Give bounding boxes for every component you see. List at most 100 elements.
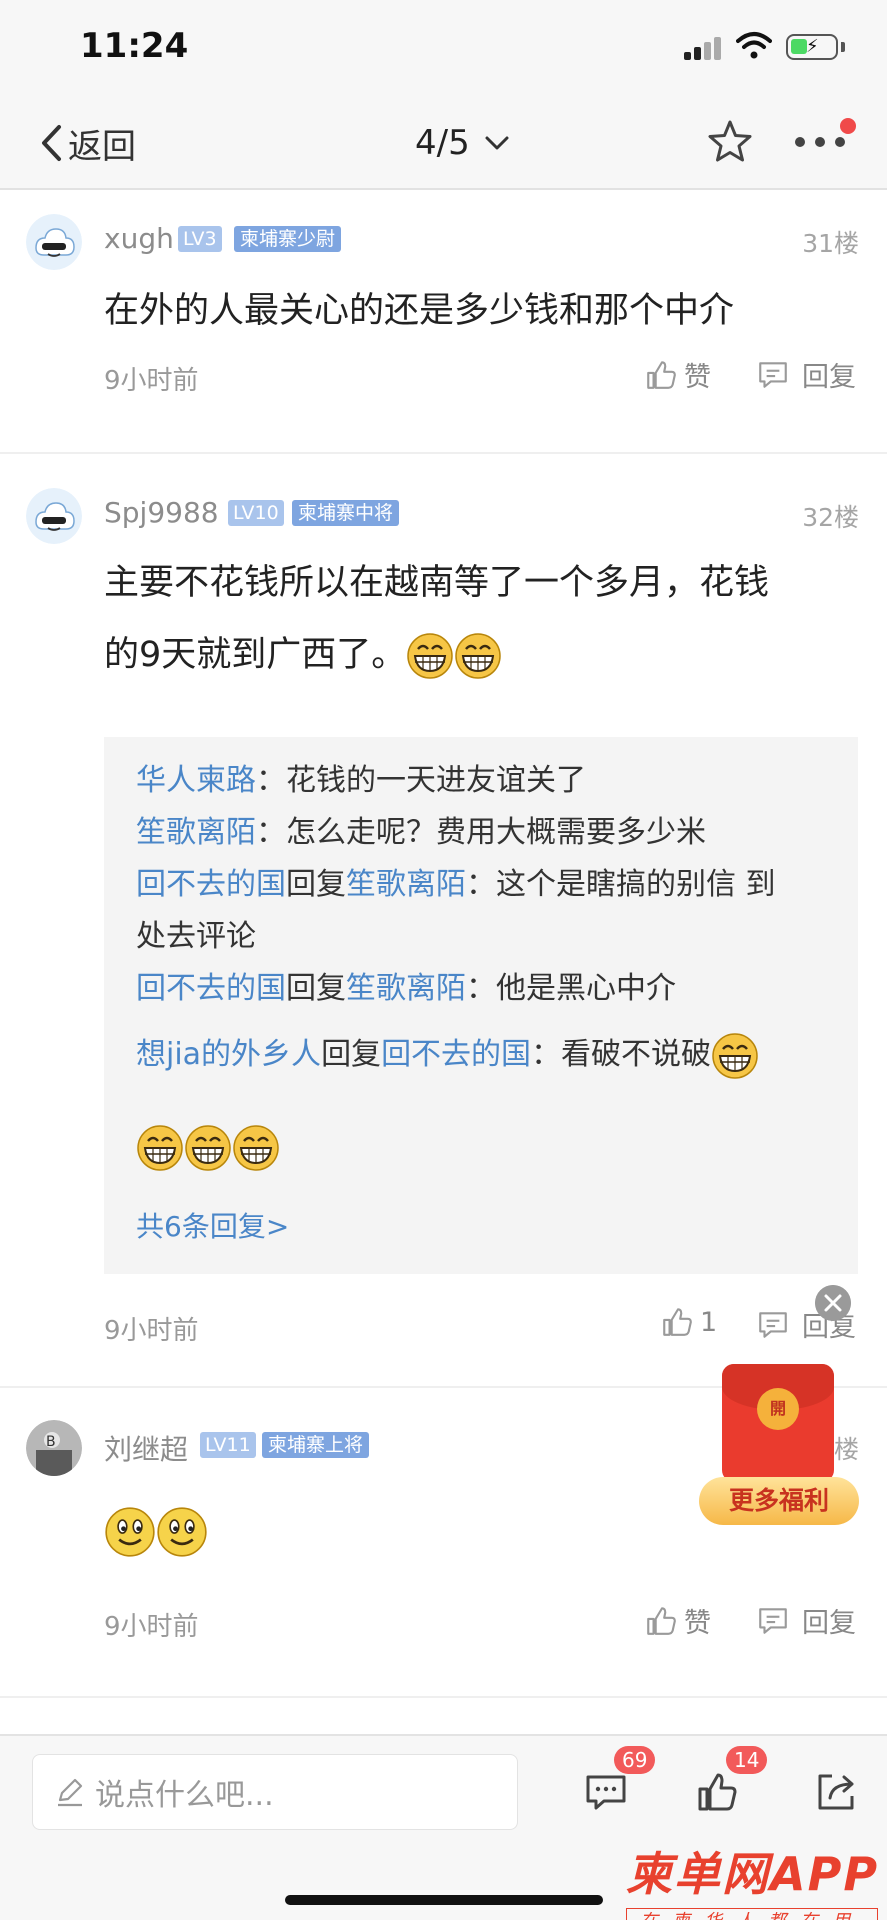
status-time: 11:24 (80, 26, 189, 66)
view-all-replies-link[interactable]: 共6条回复> (136, 1205, 289, 1245)
reply-target[interactable]: 笙歌离陌 (346, 867, 466, 902)
like-label: 赞 (684, 362, 711, 393)
reply-item[interactable]: 华人柬路：花钱的一天进友谊关了 (136, 755, 586, 807)
battery-icon: ⚡ (786, 34, 838, 60)
reply-button[interactable]: 回复 (756, 355, 856, 394)
floor-number: 31楼 (802, 229, 859, 258)
back-button[interactable]: 返回 (40, 120, 136, 167)
reply-target[interactable]: 回不去的国 (381, 1037, 531, 1072)
page-indicator: 4/5 (415, 123, 470, 163)
like-button[interactable]: 赞 (644, 1601, 711, 1640)
more-icon[interactable] (794, 130, 846, 154)
avatar[interactable] (26, 488, 82, 544)
red-packet-icon[interactable]: 開 (722, 1364, 834, 1482)
post-content-text: 的9天就到广西了。 (104, 635, 407, 675)
home-indicator[interactable] (285, 1895, 603, 1905)
post-content-line-2: 的9天就到广西了。 (104, 628, 502, 682)
reply-author[interactable]: 笙歌离陌 (136, 815, 256, 850)
like-button[interactable]: 1 (660, 1305, 717, 1339)
reply-text: ：他是黑心中介 (466, 971, 676, 1006)
reply-text: ：看破不说破 (531, 1037, 712, 1072)
page-selector[interactable]: 4/5 (415, 118, 510, 168)
thumbs-up-icon[interactable] (696, 1770, 740, 1814)
more-welfare-button[interactable]: 更多福利 (699, 1477, 859, 1525)
grin-emoji-icon (454, 632, 502, 680)
reply-item[interactable]: 回不去的国回复笙歌离陌：他是黑心中介 (136, 963, 676, 1015)
back-label: 返回 (68, 126, 136, 167)
thumbs-up-icon (644, 358, 678, 392)
like-label: 赞 (684, 1608, 711, 1639)
level-badge: LV3 (178, 226, 222, 252)
reply-button[interactable]: 回复 (756, 1601, 856, 1640)
post-content: 在外的人最关心的还是多少钱和那个中介 (104, 291, 735, 331)
username[interactable]: xugh (104, 222, 174, 255)
reply-item[interactable]: 想jia的外乡人回复回不去的国：看破不说破 (136, 1029, 759, 1081)
level-badge: LV10 (228, 500, 284, 526)
thumbs-up-icon (644, 1604, 678, 1638)
watermark-slogan: 在柬华人都在用 (626, 1908, 878, 1920)
nav-bar: 返回 4/5 (0, 96, 887, 190)
wifi-icon (736, 32, 772, 59)
reply-label: 回复 (802, 1608, 856, 1639)
replies-panel: 华人柬路：花钱的一天进友谊关了 笙歌离陌：怎么走呢？费用大概需要多少米 回不去的… (104, 737, 858, 1274)
grin-emoji-icon (406, 632, 454, 680)
title-badge: 柬埔寨上将 (262, 1432, 370, 1458)
comment-input-placeholder: 说点什么吧... (95, 1778, 274, 1813)
like-button[interactable]: 赞 (644, 355, 711, 394)
post-content-line-1: 主要不花钱所以在越南等了一个多月，花钱 (104, 563, 770, 603)
like-count-badge: 14 (726, 1746, 768, 1774)
post-time: 9小时前 (104, 1316, 199, 1346)
smile-emoji-icon (104, 1506, 156, 1558)
reply-text: ：这个是瞎搞的别信 到 (466, 867, 776, 902)
comment-icon (756, 1604, 790, 1638)
status-bar: 11:24 ⚡ (0, 0, 887, 96)
avatar[interactable] (26, 214, 82, 270)
post-31: xugh LV3 柬埔寨少尉 31楼 在外的人最关心的还是多少钱和那个中介 9小… (0, 192, 887, 454)
like-count: 1 (700, 1306, 718, 1338)
reply-emoji-line (136, 1121, 280, 1177)
reply-author[interactable]: 想jia的外乡人 (136, 1037, 321, 1072)
reply-author[interactable]: 华人柬路 (136, 763, 256, 798)
red-packet-coin: 開 (757, 1388, 799, 1430)
comment-icon (756, 358, 790, 392)
grin-emoji-icon (184, 1124, 232, 1172)
chevron-left-icon (42, 125, 61, 161)
comment-icon (756, 1308, 790, 1342)
signal-icon (684, 36, 722, 60)
reply-verb: 回复 (286, 971, 346, 1006)
reply-verb: 回复 (321, 1037, 382, 1072)
comment-input[interactable]: 说点什么吧... (32, 1754, 518, 1830)
grin-emoji-icon (711, 1032, 759, 1080)
floor-number: 32楼 (802, 503, 859, 532)
floor-number: 楼 (833, 1435, 859, 1464)
reply-label: 回复 (802, 362, 856, 393)
reply-target[interactable]: 笙歌离陌 (346, 971, 466, 1006)
post-32: Spj9988 LV10 柬埔寨中将 32楼 主要不花钱所以在越南等了一个多月，… (0, 454, 887, 1388)
title-badge: 柬埔寨中将 (292, 500, 400, 526)
post-time: 9小时前 (104, 366, 199, 396)
reply-item[interactable]: 回不去的国回复笙歌离陌：这个是瞎搞的别信 到 (136, 859, 776, 911)
username[interactable]: 刘继超 (104, 1428, 188, 1468)
reply-author[interactable]: 回不去的国 (136, 971, 286, 1006)
username[interactable]: Spj9988 (104, 496, 219, 529)
star-icon[interactable] (706, 118, 754, 166)
reply-text-continued: 处去评论 (136, 919, 256, 954)
close-icon[interactable] (815, 1285, 851, 1321)
level-badge: LV11 (200, 1432, 256, 1458)
watermark-logo: 柬单网APP (626, 1847, 880, 1901)
reply-author[interactable]: 回不去的国 (136, 867, 286, 902)
reply-text: ：花钱的一天进友谊关了 (256, 763, 586, 798)
reply-verb: 回复 (286, 867, 346, 902)
reply-item[interactable]: 笙歌离陌：怎么走呢？费用大概需要多少米 (136, 807, 706, 859)
smile-emoji-icon (156, 1506, 208, 1558)
grin-emoji-icon (136, 1124, 184, 1172)
title-badge: 柬埔寨少尉 (234, 226, 342, 252)
watermark: 柬单网APP 在柬华人都在用 (626, 1838, 884, 1920)
avatar[interactable]: B (26, 1420, 82, 1476)
comment-icon[interactable] (584, 1770, 628, 1814)
post-time: 9小时前 (104, 1612, 199, 1642)
share-icon[interactable] (814, 1770, 858, 1814)
post-content (104, 1504, 208, 1560)
thumbs-up-icon (660, 1305, 694, 1339)
pencil-icon (58, 1778, 83, 1807)
